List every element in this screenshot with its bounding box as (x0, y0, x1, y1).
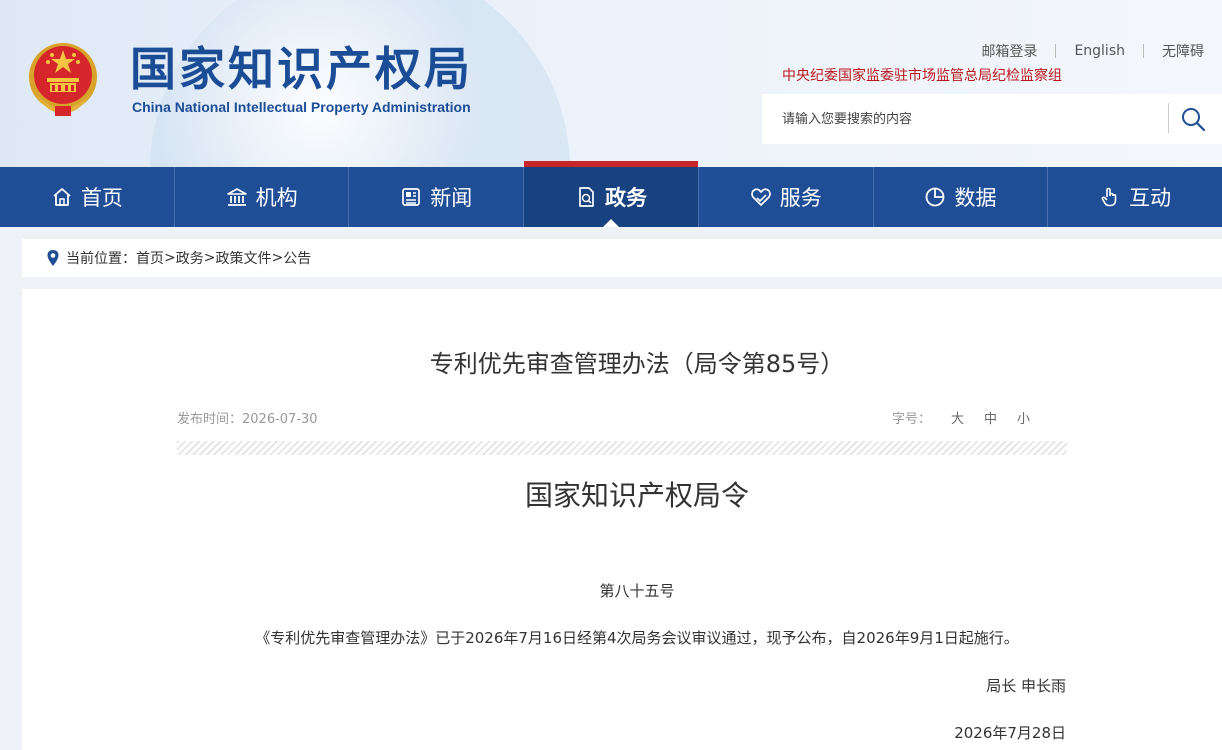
document-icon (579, 187, 594, 207)
nav-item-news[interactable]: 新闻 (349, 167, 525, 227)
publish-date: 2026-07-30 (242, 412, 318, 427)
main-nav: 首页 机构 新闻 政务 服务 数据 互动 (0, 161, 1222, 227)
breadcrumb-item-announcement[interactable]: 公告 (283, 248, 311, 268)
article-content: 专利优先审查管理办法（局令第85号） 发布时间：2026-07-30 字号： 大… (22, 289, 1222, 750)
breadcrumb-prefix: 当前位置： (66, 251, 136, 267)
search-input[interactable] (762, 94, 1168, 144)
signature: 局长 申长雨 (986, 677, 1066, 695)
font-size-label: 字号： (892, 412, 932, 427)
nav-item-label: 服务 (779, 186, 822, 210)
article-title: 专利优先审查管理办法（局令第85号） (429, 350, 845, 378)
accessibility-link[interactable]: 无障碍 (1162, 41, 1222, 61)
nav-item-government-affairs[interactable]: 政务 (524, 161, 699, 227)
top-links: 邮箱登录 English 无障碍 (981, 42, 1222, 60)
discipline-inspection-link[interactable]: 中央纪委国家监委驻市场监管总局纪检监察组 (782, 65, 1062, 85)
home-icon (53, 188, 71, 206)
signing-date: 2026年7月28日 (954, 724, 1066, 742)
nav-item-interaction[interactable]: 互动 (1048, 167, 1222, 227)
nav-item-home[interactable]: 首页 (0, 167, 175, 227)
nav-item-institution[interactable]: 机构 (175, 167, 350, 227)
breadcrumb-separator: > (203, 250, 216, 266)
news-icon (402, 188, 421, 206)
font-size-medium-button[interactable]: 中 (984, 408, 997, 427)
nav-item-label: 机构 (255, 186, 298, 210)
nav-item-service[interactable]: 服务 (699, 167, 874, 227)
nav-item-label: 新闻 (430, 186, 473, 210)
breadcrumb-separator: > (271, 250, 284, 266)
divider-stripe (177, 441, 1067, 455)
publish-info: 发布时间：2026-07-30 (177, 408, 318, 427)
site-title[interactable]: 国家知识产权局 (130, 44, 473, 94)
location-pin-icon (47, 250, 59, 266)
mail-login-link[interactable]: 邮箱登录 (981, 41, 1055, 61)
top-link-divider (1055, 44, 1057, 58)
breadcrumb-separator: > (164, 250, 176, 266)
order-heading: 国家知识产权局令 (524, 479, 749, 512)
nav-item-label: 首页 (80, 186, 123, 210)
nav-item-label: 政务 (605, 186, 648, 210)
site-subtitle: China National Intellectual Property Adm… (132, 99, 471, 115)
english-link[interactable]: English (1074, 43, 1143, 59)
hand-icon (1101, 187, 1117, 207)
search-box (762, 94, 1222, 144)
publish-label: 发布时间： (177, 412, 243, 427)
search-icon[interactable] (1180, 106, 1206, 132)
order-number: 第八十五号 (599, 582, 675, 600)
breadcrumb-item-government-affairs[interactable]: 政务 (176, 248, 204, 268)
top-link-divider (1143, 44, 1144, 58)
institution-icon (226, 188, 247, 206)
font-size-small-button[interactable]: 小 (1017, 408, 1030, 427)
font-size-controls: 字号： 大 中 小 (892, 408, 1050, 427)
article-paragraph: 《专利优先审查管理办法》已于2026年7月16日经第4次局务会议审议通过，现予公… (255, 629, 1019, 647)
search-divider (1168, 103, 1169, 133)
nav-item-label: 互动 (1129, 186, 1172, 210)
breadcrumb-item-home[interactable]: 首页 (136, 248, 164, 268)
pie-chart-icon (926, 187, 945, 207)
service-icon (750, 188, 771, 206)
font-size-large-button[interactable]: 大 (951, 408, 964, 427)
nav-item-data[interactable]: 数据 (874, 167, 1049, 227)
breadcrumb: 当前位置： 首页 > 政务 > 政策文件 > 公告 (22, 239, 1222, 277)
national-emblem-icon[interactable] (26, 40, 100, 118)
breadcrumb-item-policy-documents[interactable]: 政策文件 (215, 248, 271, 268)
nav-item-label: 数据 (954, 186, 997, 210)
site-header: 国家知识产权局 China National Intellectual Prop… (0, 0, 1222, 167)
